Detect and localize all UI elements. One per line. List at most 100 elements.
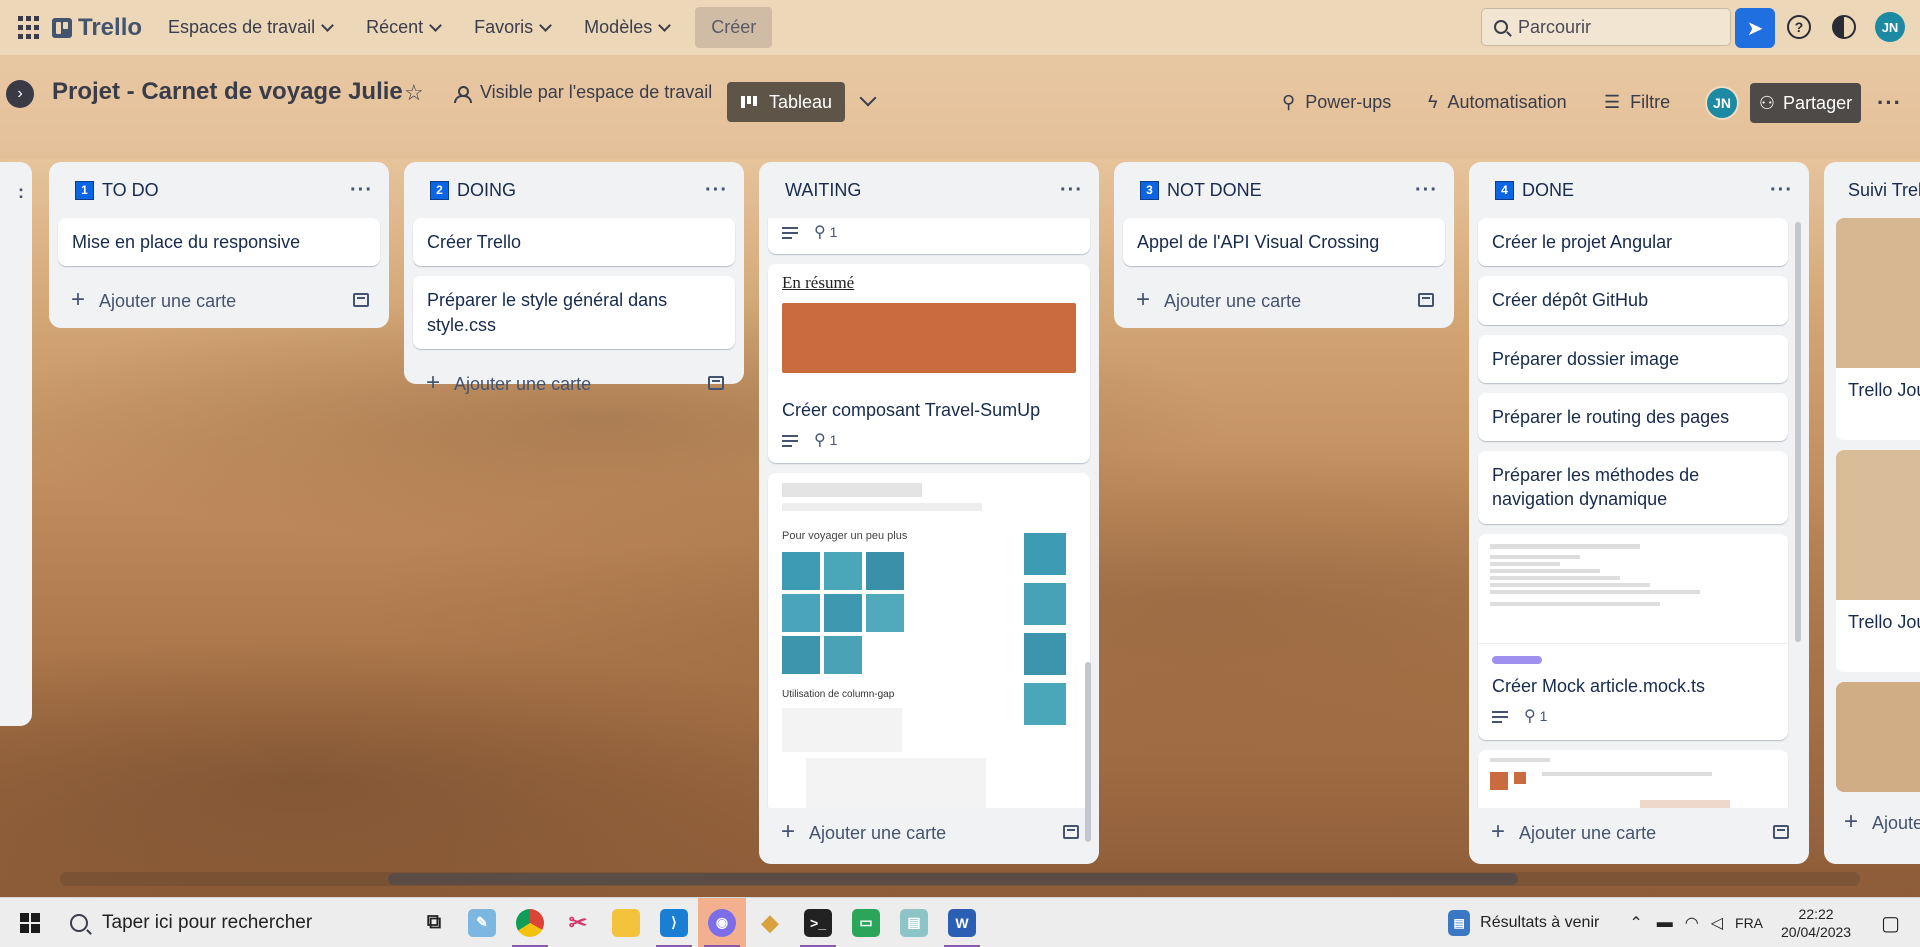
board-view-label: Tableau <box>769 91 833 112</box>
visibility-button[interactable]: Visible par l'espace de travail <box>454 82 712 103</box>
git-app-icon[interactable]: ◆ <box>746 898 794 947</box>
whiteboard-app-icon[interactable]: ▭ <box>842 898 890 947</box>
notifications-icon[interactable]: ▢ <box>1881 911 1900 936</box>
card[interactable]: ⚲ 1 <box>768 218 1090 254</box>
chrome-app-icon[interactable] <box>506 898 554 947</box>
windows-start-icon[interactable] <box>20 912 40 933</box>
card-template-icon[interactable] <box>1773 825 1789 839</box>
more-options-icon[interactable]: ··· <box>1770 179 1793 202</box>
list-scrollbar[interactable] <box>1085 662 1091 842</box>
card[interactable]: Créer Mock article.mock.ts ⚲ 1 <box>1478 533 1788 740</box>
card[interactable] <box>1478 749 1788 808</box>
help-icon[interactable]: ? <box>1787 15 1811 39</box>
chevron-up-icon[interactable]: ⌃ <box>1629 913 1642 933</box>
app-switcher-icon[interactable] <box>18 15 42 40</box>
add-card-button[interactable]: + Ajouter une carte <box>49 276 389 324</box>
notification-rocket-icon[interactable]: ➤ <box>1735 8 1775 48</box>
card[interactable] <box>1836 682 1920 792</box>
file-explorer-icon[interactable] <box>602 898 650 947</box>
card[interactable]: Créer dépôt GitHub <box>1478 276 1788 325</box>
add-card-button[interactable]: + Ajouter une carte <box>1469 808 1809 856</box>
card[interactable]: Trello Jou <box>1836 218 1920 440</box>
list-title[interactable]: 1 TO DO <box>75 180 159 201</box>
paint-app-icon[interactable]: ✎ <box>458 898 506 947</box>
list-cards-scroll[interactable]: Créer le projet Angular Créer dépôt GitH… <box>1469 218 1809 808</box>
user-avatar[interactable]: JN <box>1875 12 1905 42</box>
add-card-button[interactable]: + Ajouter une carte <box>404 359 744 407</box>
plus-icon: + <box>1844 808 1859 835</box>
list-title[interactable]: WAITING <box>785 180 861 201</box>
create-button[interactable]: Créer <box>695 7 773 48</box>
card[interactable]: Préparer le routing des pages <box>1478 392 1788 442</box>
card[interactable]: Mise en place du responsive <box>58 218 380 267</box>
search-icon <box>70 913 88 932</box>
taskbar-search[interactable]: Taper ici pour rechercher <box>70 912 410 934</box>
wifi-icon[interactable]: ◠ <box>1685 913 1699 933</box>
vscode-app-icon[interactable]: ⟩ <box>650 898 698 947</box>
clock[interactable]: 22:22 20/04/2023 <box>1781 905 1851 941</box>
more-options-icon[interactable]: ··· <box>350 179 373 202</box>
list-doing: 2 DOING ··· Créer Trello Préparer le styl… <box>404 162 744 396</box>
card[interactable]: Appel de l'API Visual Crossing <box>1123 218 1445 267</box>
list-cards-scroll[interactable]: ⚲ 1 En résumé Créer composant Travel-Sum… <box>759 218 1099 808</box>
list-suivi-trello: Suivi Trel Trello Jou Trello Jou + Ajoute <box>1824 162 1920 864</box>
board-scrollbar-thumb[interactable] <box>388 873 1518 885</box>
terminal-app-icon[interactable]: >_ <box>794 898 842 947</box>
nav-workspaces[interactable]: Espaces de travail <box>168 17 334 38</box>
card[interactable]: Préparer les méthodes de navigation dyna… <box>1478 451 1788 524</box>
more-options-icon[interactable]: ··· <box>1877 90 1902 116</box>
powerups-button[interactable]: ⚲ Power-ups <box>1282 92 1391 113</box>
nav-templates[interactable]: Modèles <box>584 17 672 38</box>
card[interactable]: Créer le projet Angular <box>1478 218 1788 267</box>
language-indicator[interactable]: FRA <box>1735 915 1763 931</box>
list-title[interactable]: 2 DOING <box>430 180 516 201</box>
board-title[interactable]: Projet - Carnet de voyage Julie <box>52 78 403 106</box>
member-avatar[interactable]: JN <box>1705 86 1739 120</box>
filter-button[interactable]: ☰ Filtre <box>1604 92 1670 113</box>
card[interactable]: En résumé Créer composant Travel-SumUp ⚲… <box>768 263 1090 464</box>
filter-label: Filtre <box>1630 92 1671 112</box>
notes-app-icon[interactable]: ▤ <box>890 898 938 947</box>
battery-icon[interactable]: ▬ <box>1657 914 1673 932</box>
card[interactable]: Préparer le style général dans style.css <box>413 276 735 349</box>
snipping-app-icon[interactable]: ✂ <box>554 898 602 947</box>
card[interactable]: Pour voyager un peu plus Utilisation de … <box>768 473 1090 808</box>
star-icon[interactable]: ☆ <box>404 80 424 106</box>
more-options-icon[interactable]: : <box>18 182 24 203</box>
volume-icon[interactable]: ◁ <box>1711 913 1723 933</box>
card-template-icon[interactable] <box>1418 293 1434 308</box>
news-widget[interactable]: ▤ Résultats à venir <box>1448 910 1599 936</box>
nav-recent[interactable]: Récent <box>366 17 443 38</box>
automation-button[interactable]: ϟ Automatisation <box>1428 92 1567 113</box>
card[interactable]: Trello Jou <box>1836 450 1920 672</box>
trello-logo[interactable]: Trello <box>52 14 142 42</box>
word-app-icon[interactable]: W <box>938 898 986 947</box>
automation-label: Automatisation <box>1447 92 1567 112</box>
powerups-label: Power-ups <box>1305 92 1392 112</box>
card[interactable]: Créer Trello <box>413 218 735 267</box>
card-template-icon[interactable] <box>708 375 724 390</box>
search-input[interactable]: Parcourir <box>1481 8 1731 46</box>
more-options-icon[interactable]: ··· <box>705 179 728 202</box>
nav-starred[interactable]: Favoris <box>474 17 553 38</box>
card-template-icon[interactable] <box>353 293 369 308</box>
list-title[interactable]: 4 DONE <box>1495 180 1574 201</box>
add-person-icon: ⚇ <box>1758 92 1776 113</box>
discord-app-icon[interactable]: ◉ <box>698 897 746 947</box>
more-options-icon[interactable]: ··· <box>1060 179 1083 202</box>
card-label[interactable] <box>1492 655 1542 664</box>
add-card-button[interactable]: + Ajoute <box>1824 798 1920 846</box>
add-card-button[interactable]: + Ajouter une carte <box>1114 276 1454 324</box>
list-scrollbar[interactable] <box>1795 222 1801 642</box>
card[interactable]: Préparer dossier image <box>1478 334 1788 383</box>
list-title[interactable]: Suivi Trel <box>1848 180 1920 201</box>
more-options-icon[interactable]: ··· <box>1415 179 1438 202</box>
expand-sidebar-icon[interactable]: › <box>6 80 34 108</box>
theme-icon[interactable] <box>1832 15 1856 39</box>
task-view-icon[interactable]: ⧉ <box>410 898 458 947</box>
card-template-icon[interactable] <box>1063 825 1079 839</box>
board-view-button[interactable]: Tableau <box>727 82 845 122</box>
share-button[interactable]: ⚇ Partager <box>1750 83 1861 123</box>
add-card-button[interactable]: + Ajouter une carte <box>759 808 1099 856</box>
list-title[interactable]: 3 NOT DONE <box>1140 180 1262 201</box>
